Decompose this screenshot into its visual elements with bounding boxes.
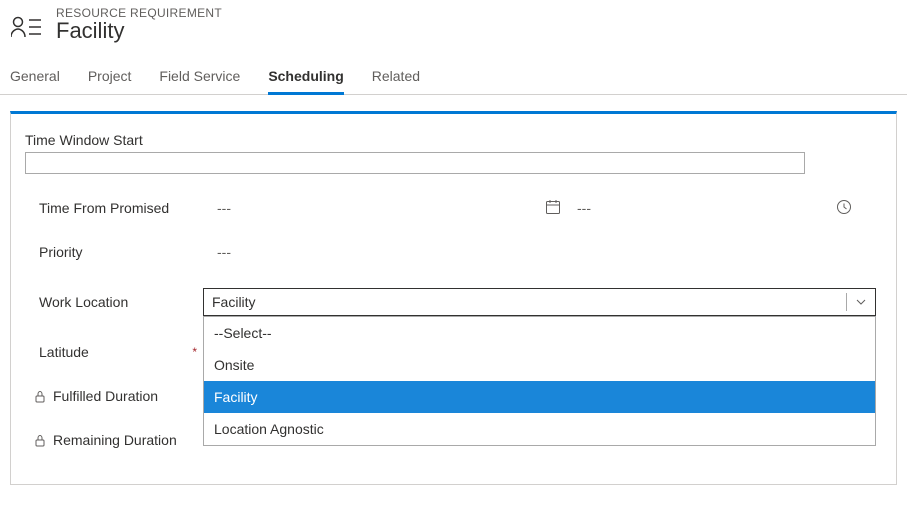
priority-row: Priority --- [25,230,876,274]
tab-related[interactable]: Related [372,68,420,94]
time-from-promised-date-value: --- [577,200,591,216]
header-text: RESOURCE REQUIREMENT Facility [56,6,222,44]
tab-scheduling[interactable]: Scheduling [268,68,343,94]
remaining-duration-label: Remaining Duration [25,432,203,448]
priority-label: Priority [25,244,203,260]
person-list-icon [8,10,44,46]
calendar-icon[interactable] [545,199,561,218]
work-location-option-facility[interactable]: Facility [204,381,875,413]
work-location-select[interactable]: Facility --Select-- Onsite Facility Loca… [203,288,876,316]
lock-icon [33,434,47,447]
time-window-start-label: Time Window Start [25,132,876,148]
work-location-option-select[interactable]: --Select-- [204,317,875,349]
tab-project[interactable]: Project [88,68,132,94]
time-from-promised-label: Time From Promised [25,200,203,216]
latitude-label: Latitude * [25,344,203,360]
work-location-selected: Facility [212,294,256,310]
work-location-selectbox[interactable]: Facility [203,288,876,316]
chevron-down-icon [846,293,867,311]
work-location-option-onsite[interactable]: Onsite [204,349,875,381]
form-panel: Time Window Start Time From Promised ---… [10,111,897,485]
work-location-option-location-agnostic[interactable]: Location Agnostic [204,413,875,445]
page-header: RESOURCE REQUIREMENT Facility [0,0,907,46]
required-indicator: * [192,345,197,359]
work-location-row: Work Location Facility --Select-- Onsite… [25,274,876,330]
priority-value[interactable]: --- [203,244,876,260]
fulfilled-duration-label: Fulfilled Duration [25,388,203,404]
tab-bar: General Project Field Service Scheduling… [0,46,907,95]
work-location-label: Work Location [25,294,203,310]
work-location-dropdown: --Select-- Onsite Facility Location Agno… [203,316,876,446]
page-title: Facility [56,18,222,44]
lock-icon [33,390,47,403]
time-from-promised-row: Time From Promised --- --- [25,186,876,230]
tab-field-service[interactable]: Field Service [159,68,240,94]
time-from-promised-value[interactable]: --- [203,200,876,216]
time-window-start-input[interactable] [25,152,805,174]
clock-icon[interactable] [836,199,852,218]
tab-general[interactable]: General [10,68,60,94]
